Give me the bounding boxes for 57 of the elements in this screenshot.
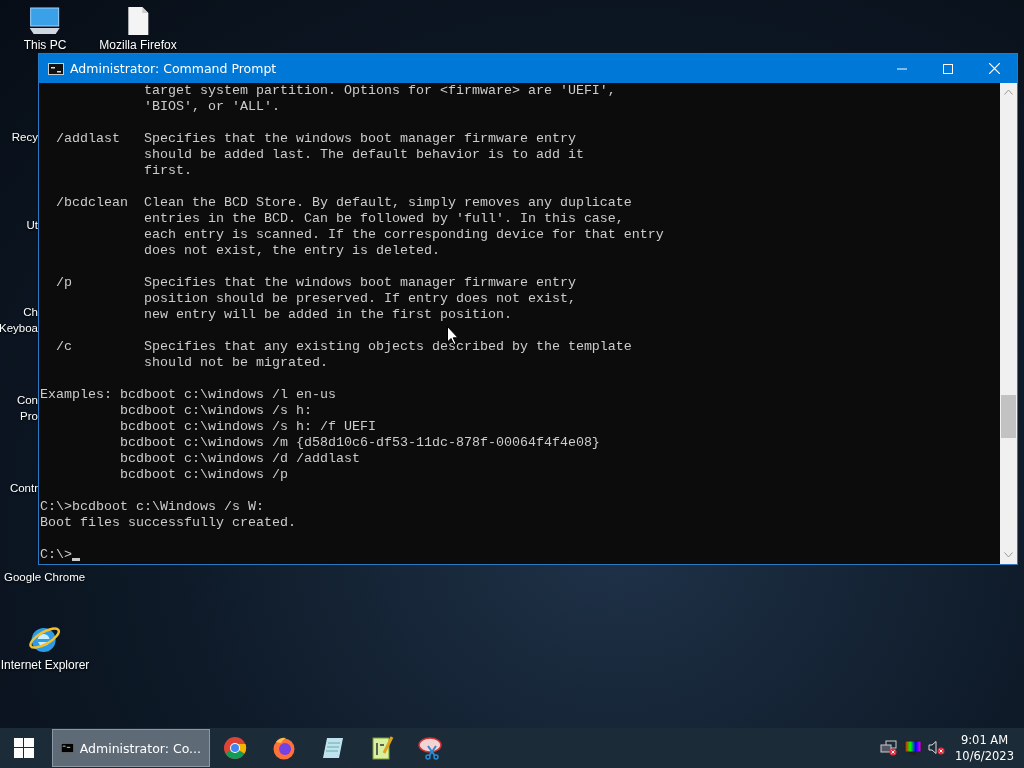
notepad-plus-icon[interactable] (369, 735, 394, 761)
console-line: bcdboot c:\windows /d /addlast (118, 451, 360, 467)
windows-logo-icon (14, 738, 34, 758)
clock-date: 10/6/2023 (955, 748, 1014, 764)
console-line: C:\> (40, 547, 72, 563)
window-title: Administrator: Command Prompt (70, 61, 277, 76)
desktop-icon-label[interactable]: Contr (9, 480, 38, 496)
console-line: /bcdclean Clean the BCD Store. By default, simply removes any duplicate (55, 195, 632, 211)
desktop-icon-label[interactable]: Con (16, 392, 38, 408)
clock-time: 9:01 AM (960, 732, 1009, 748)
console-line: first. (142, 163, 192, 179)
desktop-icon-label[interactable]: Recy (11, 129, 38, 145)
scrollbar-thumb[interactable] (1001, 395, 1016, 438)
desktop-icon-label[interactable]: Mozilla Firefox (99, 38, 177, 52)
console-line: 'BIOS', or 'ALL'. (142, 99, 280, 115)
console-line: should be added last. The default behavior is to add it (142, 147, 584, 163)
taskbar-window-button[interactable]: Administrator: Co... (52, 729, 210, 767)
console-icon (61, 740, 74, 756)
console-line: position should be preserved. If entry does not exist, (142, 291, 576, 307)
close-icon (988, 63, 1000, 74)
console-line: should not be migrated. (142, 355, 328, 371)
scrollbar[interactable] (1000, 83, 1017, 564)
notepad-icon[interactable] (320, 736, 345, 760)
console-line: target system partition. Options for <firmware> are 'UEFI', (142, 83, 616, 99)
clock[interactable]: 9:01 AM 10/6/2023 (949, 732, 1024, 764)
network-disconnected-icon[interactable] (880, 740, 899, 756)
desktop-icon-label[interactable]: Ch (23, 304, 38, 320)
console-line: /c Specifies that any existing objects described by the template (55, 339, 632, 355)
console-line: /p Specifies that the windows boot manager firmware entry (55, 275, 576, 291)
desktop-icon-label[interactable]: This PC (23, 38, 67, 52)
scissors-icon[interactable] (417, 736, 444, 760)
document-icon[interactable] (126, 6, 150, 36)
console-line: bcdboot c:\windows /p (118, 467, 288, 483)
console-line: Boot files successfully created. (40, 515, 296, 531)
console-line: entries in the BCD. Can be followed by 'full'. In this case, (142, 211, 624, 227)
desktop-icon-label[interactable]: Pro (20, 408, 38, 424)
console-line: /addlast Specifies that the windows boot manager firmware entry (55, 131, 576, 147)
desktop-icon-label[interactable]: Google Chrome (4, 569, 86, 585)
desktop-icon-label[interactable]: Keyboa (0, 320, 38, 336)
console-icon (48, 62, 64, 75)
firefox-icon[interactable] (271, 736, 296, 760)
display-icon[interactable] (904, 740, 923, 756)
console-line: C:\>bcdboot c:\Windows /s W: (40, 499, 264, 515)
console-line: Examples: bcdboot c:\windows /l en-us (40, 387, 336, 403)
maximize-icon (943, 63, 953, 74)
console-line: does not exist, the entry is deleted. (142, 243, 440, 259)
console-line: bcdboot c:\windows /s h: /f UEFI (118, 419, 376, 435)
speaker-muted-icon[interactable] (928, 740, 947, 756)
chrome-icon[interactable] (222, 736, 247, 760)
console-line: each entry is scanned. If the corresponding device for that entry (142, 227, 664, 243)
text-cursor (72, 558, 80, 561)
desktop-icon-label[interactable]: Ut (26, 217, 38, 233)
console-line: new entry will be added in the first position. (142, 307, 512, 323)
console-line: bcdboot c:\windows /m {d58d10c6-df53-11dc-878f-00064f4f4e08} (118, 435, 600, 451)
desktop-icon-label[interactable]: Internet Explorer (0, 658, 90, 672)
console-line: bcdboot c:\windows /s h: (118, 403, 312, 419)
computer-icon[interactable] (28, 6, 62, 36)
